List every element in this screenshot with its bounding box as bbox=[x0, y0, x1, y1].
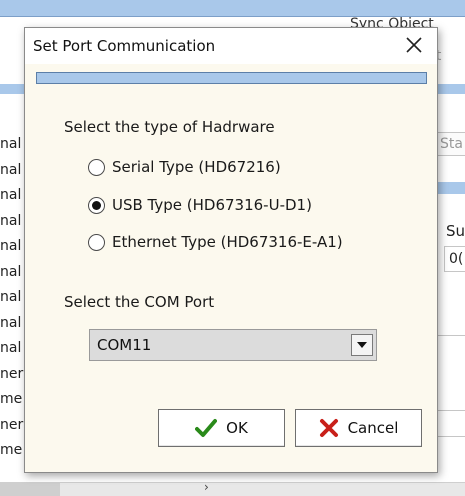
ok-label: OK bbox=[226, 419, 248, 437]
dialog-header-band bbox=[36, 72, 427, 84]
scrollbar-thumb bbox=[0, 483, 60, 496]
radio-button[interactable] bbox=[88, 233, 105, 251]
chevron-down-icon bbox=[357, 342, 367, 348]
radio-label: USB Type (HD67316-U-D1) bbox=[112, 196, 312, 214]
com-port-label: Select the COM Port bbox=[64, 293, 215, 311]
cancel-button[interactable]: Cancel bbox=[295, 409, 422, 447]
cancel-label: Cancel bbox=[347, 419, 399, 437]
background-horizontal-scrollbar: › bbox=[0, 480, 465, 496]
background-title-strip bbox=[0, 0, 465, 17]
background-start-button: Sta bbox=[437, 132, 465, 156]
dropdown-button[interactable] bbox=[351, 334, 373, 356]
checkmark-icon bbox=[195, 418, 218, 438]
cross-icon bbox=[319, 418, 339, 438]
com-port-select[interactable]: COM11 bbox=[89, 329, 377, 361]
chevron-right-icon: › bbox=[204, 480, 209, 494]
set-port-communication-dialog: Set Port Communication Select the type o… bbox=[24, 27, 438, 473]
background-divider bbox=[437, 436, 465, 437]
com-port-value: COM11 bbox=[97, 336, 152, 354]
background-divider bbox=[437, 410, 465, 411]
ok-button[interactable]: OK bbox=[158, 409, 285, 447]
background-divider bbox=[437, 335, 465, 336]
radio-label: Ethernet Type (HD67316-E-A1) bbox=[112, 233, 343, 251]
close-icon bbox=[406, 37, 422, 53]
radio-serial-type[interactable]: Serial Type (HD67216) bbox=[88, 156, 281, 178]
radio-usb-type[interactable]: USB Type (HD67316-U-D1) bbox=[88, 194, 312, 216]
radio-ethernet-type[interactable]: Ethernet Type (HD67316-E-A1) bbox=[88, 231, 343, 253]
background-right-band bbox=[437, 182, 465, 194]
dialog-title: Set Port Communication bbox=[33, 37, 216, 55]
radio-button-selected[interactable] bbox=[88, 196, 105, 214]
radio-label: Serial Type (HD67216) bbox=[112, 158, 281, 176]
dialog-titlebar: Set Port Communication bbox=[25, 28, 437, 64]
background-right-label: Su bbox=[446, 222, 465, 240]
hardware-type-label: Select the type of Hadrware bbox=[64, 118, 275, 136]
close-button[interactable] bbox=[399, 30, 429, 60]
background-right-field: 0( bbox=[444, 246, 465, 272]
radio-button[interactable] bbox=[88, 158, 105, 176]
